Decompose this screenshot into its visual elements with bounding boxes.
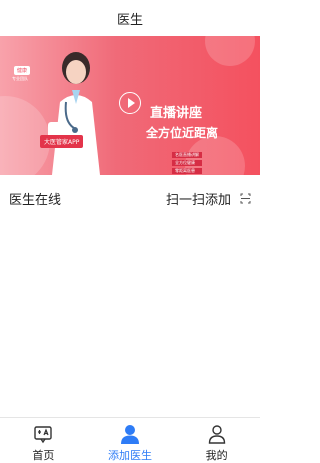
brand-role: 专业团队	[12, 76, 28, 81]
banner-headline: 直播讲座	[150, 106, 203, 121]
app-tagline: 全方位服务您身边	[56, 150, 88, 155]
tab-profile-label: 我的	[205, 449, 228, 462]
scan-add-label: 扫一扫添加	[165, 192, 231, 208]
live-lecture-banner[interactable]: 健康 专业团队 大医管家APP 全方位服务您身边 直播讲座 全方位近距离 名医直…	[0, 36, 260, 175]
scan-icon	[240, 193, 251, 204]
banner-bullets: 名医直播讲解 全方位健康 零距离医患	[172, 152, 202, 175]
person-icon	[119, 423, 141, 445]
decor-circle	[205, 36, 255, 66]
play-icon[interactable]	[119, 92, 141, 114]
home-icon	[32, 423, 54, 445]
page-title: 医生	[116, 12, 143, 28]
tab-home-label: 首页	[32, 449, 55, 462]
brand-badge: 健康	[14, 66, 31, 75]
top-bar: 医生	[0, 0, 260, 36]
tab-home[interactable]: 首页	[0, 418, 87, 463]
bottom-tab-bar: 首页 添加医生 我的	[0, 417, 260, 463]
tab-profile[interactable]: 我的	[173, 418, 260, 463]
tab-add-doctor[interactable]: 添加医生	[87, 418, 174, 463]
bullet-item: 全方位健康	[172, 160, 202, 166]
bullet-item: 名医直播讲解	[172, 152, 202, 158]
doctor-online-section: 医生在线 扫一扫添加	[0, 184, 260, 212]
bullet-item: 零距离医患	[172, 168, 202, 174]
profile-icon	[206, 423, 228, 445]
app-name-tag: 大医管家APP	[40, 135, 84, 148]
scan-add-button[interactable]: 扫一扫添加	[166, 189, 251, 208]
section-title: 医生在线	[9, 192, 62, 208]
tab-add-doctor-label: 添加医生	[108, 449, 152, 462]
banner-subheadline: 全方位近距离	[146, 126, 219, 140]
